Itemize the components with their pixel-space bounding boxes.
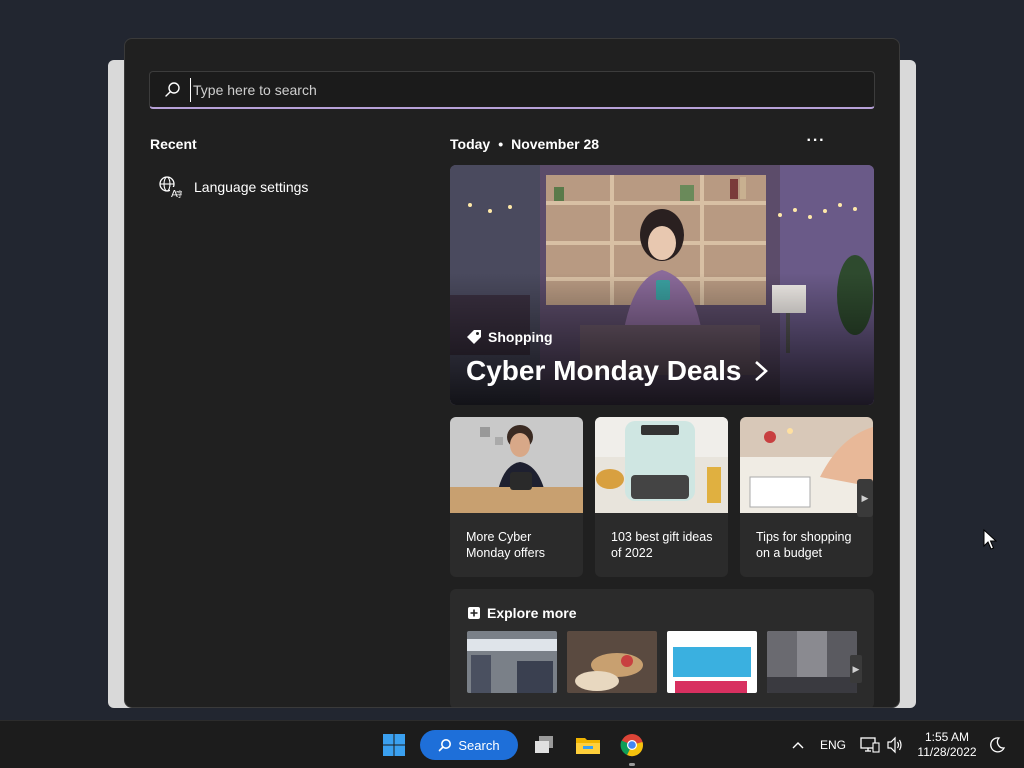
explore-header[interactable]: Explore more xyxy=(467,605,576,621)
volume-icon xyxy=(887,736,902,754)
clock-time: 1:55 AM xyxy=(924,730,970,744)
file-explorer-button[interactable] xyxy=(572,729,604,761)
explore-plus-icon xyxy=(468,607,480,619)
explore-thumb-3[interactable] xyxy=(667,631,757,693)
today-header: Today • November 28 xyxy=(450,136,599,152)
explore-thumb-2[interactable] xyxy=(567,631,657,693)
chevron-right-icon xyxy=(755,361,769,381)
search-panel: Recent A 字 Language settings Today • Nov… xyxy=(124,38,900,708)
card-shopping-budget[interactable]: Tips for shopping on a budget xyxy=(740,417,873,577)
card-thumbnail xyxy=(450,417,583,513)
start-button[interactable] xyxy=(378,729,410,761)
chrome-icon xyxy=(620,734,643,757)
file-explorer-icon xyxy=(576,738,600,754)
language-settings-icon: A 字 xyxy=(159,176,182,199)
card-caption: Tips for shopping on a budget xyxy=(756,530,852,560)
hero-card-cyber-monday[interactable]: Shopping Cyber Monday Deals xyxy=(450,165,874,405)
card-caption: 103 best gift ideas of 2022 xyxy=(611,530,713,560)
explore-image xyxy=(667,631,757,693)
bullet-separator: • xyxy=(498,136,504,152)
show-hidden-icons-button[interactable] xyxy=(790,721,806,768)
mouse-cursor-icon xyxy=(983,529,997,550)
more-dots-icon: ··· xyxy=(806,132,826,149)
taskbar: Search ENG 1:55 AM 11/28/2022 xyxy=(0,720,1024,768)
chrome-button[interactable] xyxy=(616,729,648,766)
explore-thumb-4[interactable] xyxy=(767,631,857,693)
scroll-right-icon: ▶ xyxy=(852,664,860,674)
svg-text:字: 字 xyxy=(176,189,182,199)
explore-title: Explore more xyxy=(487,605,577,621)
clock[interactable]: 1:55 AM 11/28/2022 xyxy=(914,730,980,760)
scroll-right-icon: ▶ xyxy=(861,493,869,503)
hero-tag: Shopping xyxy=(466,329,553,345)
search-icon xyxy=(439,739,452,752)
explore-image xyxy=(567,631,657,693)
network-button[interactable] xyxy=(860,721,880,768)
volume-button[interactable] xyxy=(886,721,904,768)
task-view-icon xyxy=(535,736,553,753)
hero-tag-label: Shopping xyxy=(488,329,553,345)
card-gift-ideas[interactable]: 103 best gift ideas of 2022 xyxy=(595,417,728,577)
taskbar-search-button[interactable]: Search xyxy=(420,730,518,760)
explore-image xyxy=(467,631,557,693)
hero-title-text: Cyber Monday Deals xyxy=(466,355,742,386)
cards-next-button[interactable]: ▶ xyxy=(857,479,873,517)
task-view-button[interactable] xyxy=(528,729,560,761)
hero-title[interactable]: Cyber Monday Deals xyxy=(466,355,769,387)
explore-more-section: Explore more ▶ xyxy=(450,589,874,707)
recent-item-language-settings[interactable]: A 字 Language settings xyxy=(150,171,410,203)
recent-heading: Recent xyxy=(150,136,197,152)
card-thumbnail xyxy=(595,417,728,513)
more-options-button[interactable]: ··· xyxy=(803,131,829,155)
network-icon xyxy=(860,737,880,753)
card-row: More Cyber Monday offers 103 best gift i… xyxy=(450,417,873,577)
notifications-button[interactable] xyxy=(988,721,1006,768)
search-icon xyxy=(165,82,180,97)
chevron-up-icon xyxy=(792,742,804,749)
explore-image xyxy=(767,631,857,693)
clock-date: 11/28/2022 xyxy=(917,745,977,759)
recent-item-label: Language settings xyxy=(194,179,309,195)
explore-thumb-1[interactable] xyxy=(467,631,557,693)
today-date: November 28 xyxy=(511,136,600,152)
explore-next-button[interactable]: ▶ xyxy=(850,655,862,683)
card-thumbnail xyxy=(740,417,873,513)
explore-thumbnails xyxy=(467,631,857,693)
today-label: Today xyxy=(450,136,491,152)
moon-icon xyxy=(990,737,1006,753)
input-language-indicator[interactable]: ENG xyxy=(820,721,846,768)
card-more-cyber-monday[interactable]: More Cyber Monday offers xyxy=(450,417,583,577)
tag-icon xyxy=(467,330,481,344)
running-indicator xyxy=(629,763,635,766)
search-input[interactable] xyxy=(190,78,850,102)
language-label: ENG xyxy=(820,738,847,752)
search-box[interactable] xyxy=(149,71,875,109)
card-caption: More Cyber Monday offers xyxy=(466,530,545,560)
windows-start-icon xyxy=(383,734,405,756)
taskbar-search-label: Search xyxy=(458,737,500,753)
